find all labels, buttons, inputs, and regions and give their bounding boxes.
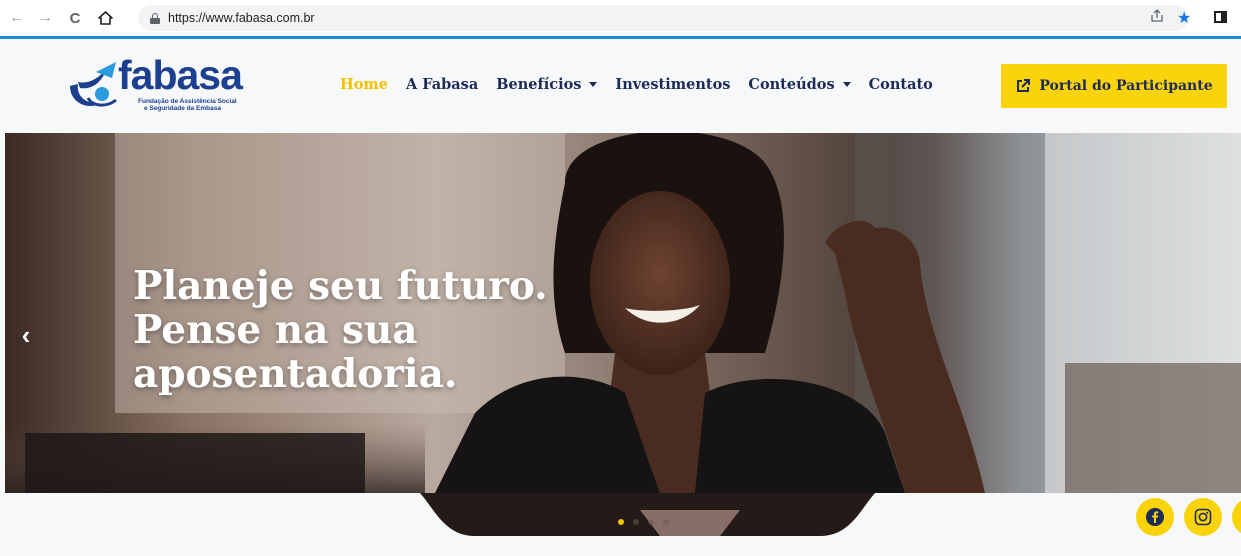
address-bar[interactable]: https://www.fabasa.com.br xyxy=(138,5,1188,31)
carousel-dot-3[interactable] xyxy=(648,519,654,525)
nav-investimentos[interactable]: Investimentos xyxy=(615,76,730,93)
logo-wordmark: fabasa xyxy=(118,52,243,98)
side-panel-icon[interactable] xyxy=(1214,11,1227,23)
home-icon[interactable] xyxy=(94,7,116,29)
main-nav: Home A Fabasa Benefícios Investimentos C… xyxy=(340,76,951,93)
nav-contato[interactable]: Contato xyxy=(869,76,933,93)
carousel-dot-1[interactable] xyxy=(618,519,624,525)
site-header: fabasa Fundação de Assistência Social e … xyxy=(0,39,1241,133)
hero-bottom-tab xyxy=(420,493,875,536)
carousel-dot-2[interactable] xyxy=(633,519,639,525)
external-link-icon xyxy=(1017,79,1031,92)
lock-icon[interactable] xyxy=(150,12,160,24)
browser-toolbar: ← → C https://www.fabasa.com.br ★ xyxy=(0,0,1241,36)
url-text[interactable]: https://www.fabasa.com.br xyxy=(168,11,315,25)
social-icon-partial[interactable] xyxy=(1232,498,1241,536)
instagram-icon[interactable] xyxy=(1184,498,1222,536)
star-icon[interactable]: ★ xyxy=(1177,8,1191,28)
facebook-icon[interactable] xyxy=(1136,498,1174,536)
fabasa-logo[interactable]: fabasa Fundação de Assistência Social e … xyxy=(66,52,256,118)
chevron-down-icon xyxy=(589,82,598,87)
nav-home[interactable]: Home xyxy=(340,76,388,93)
nav-beneficios[interactable]: Benefícios xyxy=(496,76,598,93)
back-arrow-icon[interactable]: ← xyxy=(6,7,28,29)
logo-mark-icon xyxy=(70,62,117,107)
share-icon[interactable] xyxy=(1150,9,1166,25)
carousel-prev-button[interactable]: ‹ xyxy=(16,320,36,350)
chevron-down-icon xyxy=(842,82,851,87)
nav-conteudos[interactable]: Conteúdos xyxy=(748,76,851,93)
nav-a-fabasa[interactable]: A Fabasa xyxy=(406,76,478,93)
hero-carousel[interactable]: Planeje seu futuro. Pense na sua aposent… xyxy=(5,133,1241,493)
carousel-dots xyxy=(618,519,678,525)
hero-heading: Planeje seu futuro. Pense na sua aposent… xyxy=(133,263,548,397)
carousel-dot-4[interactable] xyxy=(663,519,669,525)
forward-arrow-icon[interactable]: → xyxy=(34,7,56,29)
reload-icon[interactable]: C xyxy=(64,7,86,29)
logo-tagline: Fundação de Assistência Social e Segurid… xyxy=(138,98,237,112)
portal-participante-button[interactable]: Portal do Participante xyxy=(1001,64,1227,108)
